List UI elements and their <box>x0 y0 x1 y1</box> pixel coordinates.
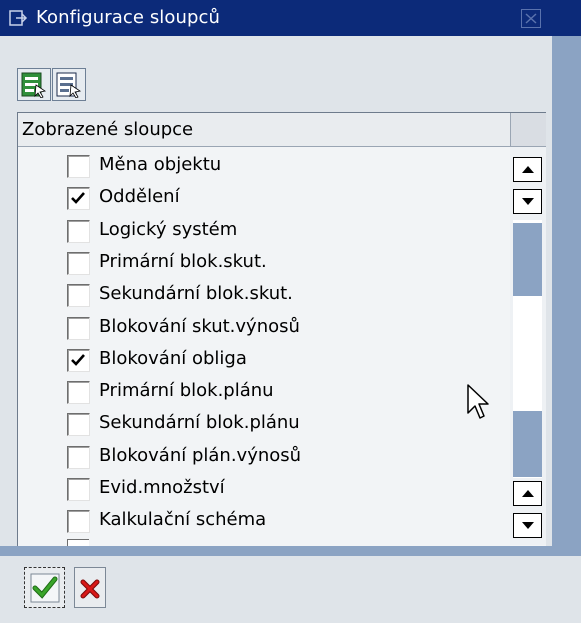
window-title: Konfigurace sloupců <box>36 7 221 28</box>
dialog-icon <box>9 9 28 27</box>
table-row[interactable]: Měna objektu <box>60 150 510 180</box>
row-label: Měna objektu <box>99 154 222 175</box>
header-corner <box>510 113 546 147</box>
window-frame-bottom <box>0 546 581 556</box>
row-checkbox[interactable] <box>67 155 90 178</box>
select-all-icon <box>21 72 47 98</box>
table-row[interactable]: Blokování plán.výnosů <box>60 441 510 471</box>
mouse-cursor-icon <box>466 383 492 423</box>
arrow-up-icon <box>522 166 534 173</box>
row-label: Primární blok.skut. <box>99 250 267 272</box>
row-label: Evid.množství <box>99 477 225 498</box>
row-checkbox[interactable] <box>67 219 90 243</box>
row-label: Kalkulační schéma <box>99 509 267 531</box>
cancel-button[interactable] <box>74 567 106 608</box>
row-checkbox[interactable] <box>67 445 90 469</box>
cancel-x-icon <box>80 579 100 599</box>
arrow-down-icon <box>522 198 534 205</box>
row-label: Blokování plán.výnosů <box>99 444 302 466</box>
row-checkbox[interactable] <box>67 187 90 211</box>
table-row[interactable]: Sekundární blok.plánu <box>60 408 510 438</box>
checkmark-icon <box>30 573 60 603</box>
row-checkbox[interactable] <box>67 413 90 437</box>
partial-row-checkbox <box>67 539 89 546</box>
table-row[interactable]: Primární blok.plánu <box>60 376 510 406</box>
scroll-page-up-button[interactable] <box>513 481 542 506</box>
scroll-thumb[interactable] <box>513 223 542 296</box>
deselect-all-button[interactable] <box>52 68 86 101</box>
window-frame-right <box>552 36 581 556</box>
table-row[interactable]: Blokování skut.výnosů <box>60 312 510 342</box>
row-checkbox[interactable] <box>67 510 90 534</box>
row-checkbox[interactable] <box>67 348 90 372</box>
row-label: Logický systém <box>99 218 238 240</box>
table-row[interactable]: Evid.množství <box>60 473 510 503</box>
ok-button[interactable] <box>24 567 65 608</box>
table-row[interactable]: Kalkulační schéma <box>60 505 510 535</box>
checkmark-icon <box>71 353 85 366</box>
row-label: Primární blok.plánu <box>99 380 274 402</box>
select-all-button[interactable] <box>17 68 51 101</box>
table-row[interactable]: Sekundární blok.skut. <box>60 279 510 309</box>
arrow-up-icon <box>522 490 534 497</box>
table-row[interactable]: Logický systém <box>60 215 510 245</box>
checkmark-icon <box>71 192 85 205</box>
column-header: Zobrazené sloupce <box>22 119 194 140</box>
table-row[interactable]: Primární blok.skut. <box>60 247 510 277</box>
arrow-down-icon <box>522 522 534 529</box>
row-checkbox[interactable] <box>67 381 90 405</box>
row-label: Blokování skut.výnosů <box>99 315 300 337</box>
close-icon <box>525 13 537 24</box>
scroll-up-button[interactable] <box>513 157 542 182</box>
deselect-all-icon <box>56 72 82 98</box>
row-checkbox[interactable] <box>67 316 90 340</box>
row-label: Blokování obliga <box>99 347 247 369</box>
row-label: Sekundární blok.plánu <box>99 412 300 434</box>
row-label: Sekundární blok.skut. <box>99 283 293 305</box>
close-button[interactable] <box>521 9 541 28</box>
table-row[interactable]: Blokování obliga <box>60 344 510 374</box>
scroll-page-down-button[interactable] <box>513 513 542 538</box>
row-checkbox[interactable] <box>67 478 90 501</box>
row-label: Oddělení <box>99 186 180 208</box>
scroll-thumb-lower[interactable] <box>513 411 542 477</box>
row-checkbox[interactable] <box>67 251 90 275</box>
table-row[interactable]: Oddělení <box>60 182 510 212</box>
row-checkbox[interactable] <box>67 284 90 308</box>
scroll-down-button[interactable] <box>513 189 542 214</box>
